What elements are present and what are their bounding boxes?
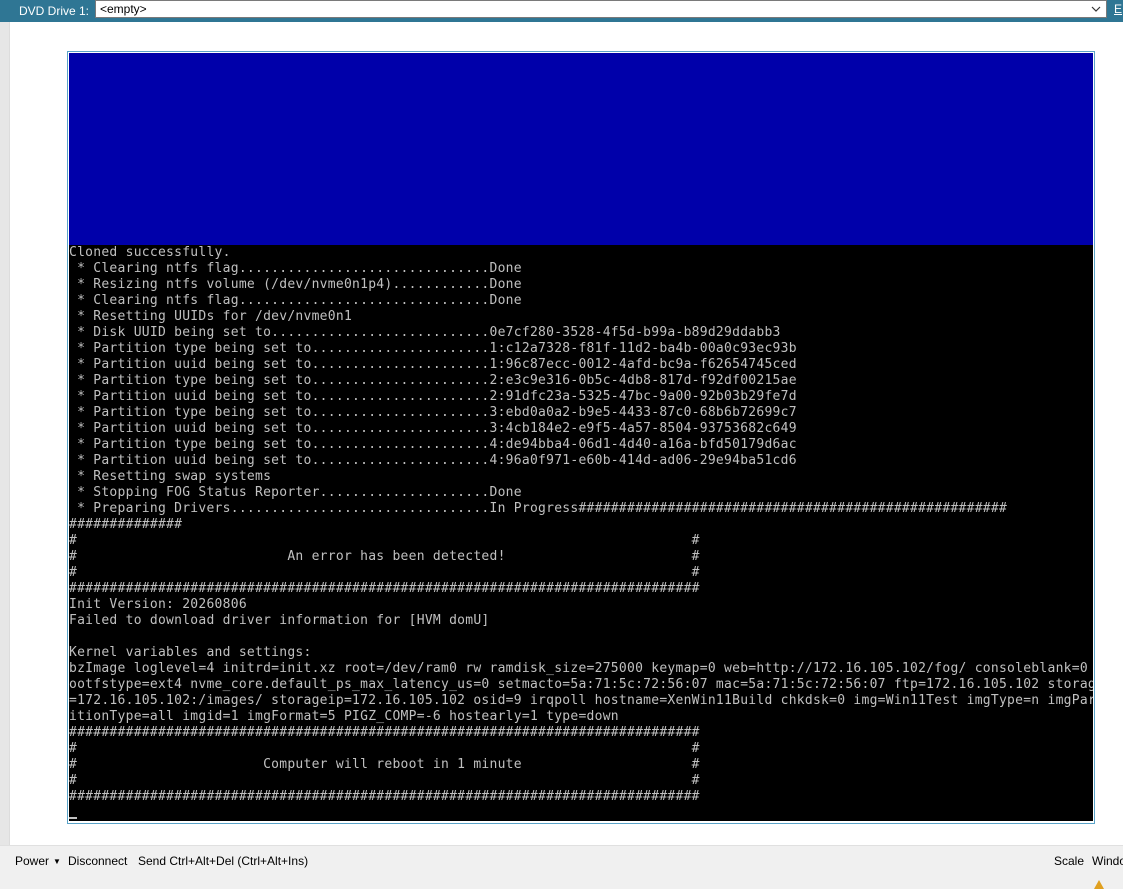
console-line: ############## bbox=[69, 517, 183, 532]
console-line: * Resizing ntfs volume (/dev/nvme0n1p4).… bbox=[69, 277, 522, 292]
console-line: =172.16.105.102:/images/ storageip=172.1… bbox=[69, 693, 1093, 708]
console-line: * Resetting swap systems bbox=[69, 469, 272, 484]
chevron-down-icon bbox=[1091, 6, 1101, 12]
console-blue-region bbox=[69, 53, 1093, 245]
console-line: * Partition type being set to...........… bbox=[69, 373, 797, 388]
console-line: Failed to download driver information fo… bbox=[69, 613, 490, 628]
console-cursor bbox=[69, 817, 77, 819]
disconnect-button[interactable]: Disconnect bbox=[68, 854, 127, 868]
console-line: itionType=all imgid=1 imgFormat=5 PIGZ_C… bbox=[69, 709, 619, 724]
console-line: # # bbox=[69, 533, 700, 548]
console-output: Cloned successfully. * Clearing ntfs fla… bbox=[69, 245, 1093, 805]
window-button[interactable]: Windo bbox=[1092, 854, 1123, 868]
console-line: # # bbox=[69, 565, 700, 580]
power-menu-button[interactable]: Power ▼ bbox=[15, 854, 61, 868]
left-strip bbox=[0, 22, 10, 845]
console-line: * Clearing ntfs flag....................… bbox=[69, 261, 522, 276]
bottom-toolbar: Power ▼ Disconnect Send Ctrl+Alt+Del (Ctr… bbox=[0, 845, 1123, 878]
console-line: # # bbox=[69, 773, 700, 788]
console-line: * Stopping FOG Status Reporter..........… bbox=[69, 485, 522, 500]
warning-icon bbox=[1094, 880, 1104, 889]
dvd-drive-selected-value: <empty> bbox=[100, 2, 147, 16]
dvd-drive-bar: DVD Drive 1: <empty> E bbox=[0, 0, 1123, 22]
console-line: * Preparing Drivers.....................… bbox=[69, 501, 1008, 516]
status-strip bbox=[0, 877, 1123, 889]
console-line: # # bbox=[69, 741, 700, 756]
console-line: Init Version: 20260806 bbox=[69, 597, 247, 612]
console-line: * Clearing ntfs flag....................… bbox=[69, 293, 522, 308]
console-line: * Disk UUID being set to................… bbox=[69, 325, 781, 340]
send-ctrl-alt-del-button[interactable]: Send Ctrl+Alt+Del (Ctrl+Alt+Ins) bbox=[138, 854, 308, 868]
dvd-drive-select[interactable]: <empty> bbox=[95, 0, 1107, 18]
console-line: Cloned successfully. bbox=[69, 245, 231, 260]
console-line: # An error has been detected! # bbox=[69, 549, 700, 564]
console-line: * Partition uuid being set to...........… bbox=[69, 389, 797, 404]
console-line: ootfstype=ext4 nvme_core.default_ps_max_… bbox=[69, 677, 1093, 692]
console-line: bzImage loglevel=4 initrd=init.xz root=/… bbox=[69, 661, 1093, 676]
console-line: ########################################… bbox=[69, 581, 700, 596]
scale-button[interactable]: Scale bbox=[1054, 854, 1084, 868]
console-line: * Partition uuid being set to...........… bbox=[69, 421, 797, 436]
vm-console-screen[interactable]: Cloned successfully. * Clearing ntfs fla… bbox=[69, 53, 1093, 821]
console-line: ########################################… bbox=[69, 725, 700, 740]
console-line: Kernel variables and settings: bbox=[69, 645, 312, 660]
console-line: ########################################… bbox=[69, 789, 700, 804]
console-line: * Partition type being set to...........… bbox=[69, 405, 797, 420]
power-label: Power bbox=[15, 854, 50, 868]
dvd-drive-edge-link[interactable]: E bbox=[1114, 0, 1123, 22]
console-line: * Partition uuid being set to...........… bbox=[69, 453, 797, 468]
console-line: * Partition uuid being set to...........… bbox=[69, 357, 797, 372]
console-line: * Partition type being set to...........… bbox=[69, 437, 797, 452]
caret-down-icon: ▼ bbox=[53, 857, 61, 866]
console-line: # Computer will reboot in 1 minute # bbox=[69, 757, 700, 772]
console-line: * Partition type being set to...........… bbox=[69, 341, 797, 356]
dvd-drive-label: DVD Drive 1: bbox=[19, 4, 90, 18]
console-line: * Resetting UUIDs for /dev/nvme0n1 bbox=[69, 309, 353, 324]
